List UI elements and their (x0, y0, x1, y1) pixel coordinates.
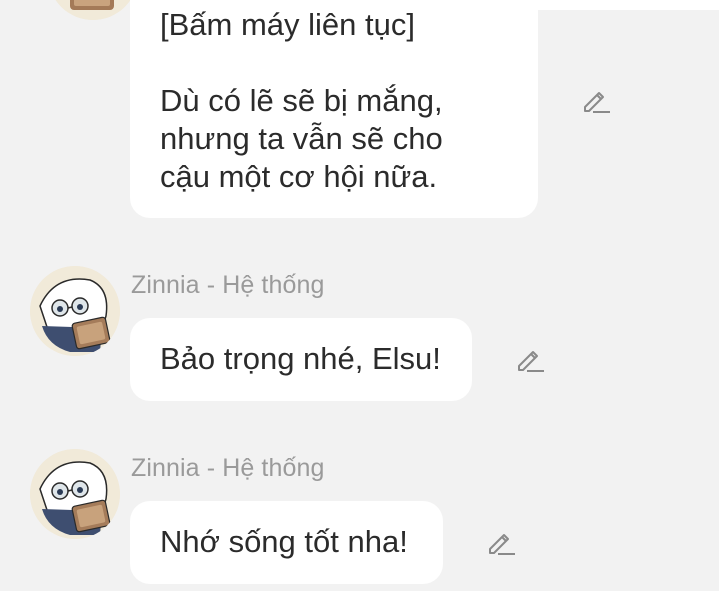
top-divider (538, 0, 719, 10)
message-bubble: [Bấm máy liên tục] Dù có lẽ sẽ bị mắng, … (130, 0, 538, 218)
message-text: [Bấm máy liên tục] Dù có lẽ sẽ bị mắng, … (160, 7, 443, 194)
sender-name: Zinnia - Hệ thống (131, 271, 325, 299)
pencil-edit-icon[interactable] (514, 344, 544, 374)
message-bubble: Nhớ sống tốt nha! (130, 501, 443, 584)
avatar[interactable] (30, 266, 120, 356)
message-bubble: Bảo trọng nhé, Elsu! (130, 318, 472, 401)
message-text: Nhớ sống tốt nha! (160, 524, 408, 559)
avatar[interactable] (48, 0, 138, 20)
message-text: Bảo trọng nhé, Elsu! (160, 341, 441, 376)
avatar[interactable] (30, 449, 120, 539)
sender-name: Zinnia - Hệ thống (131, 454, 325, 482)
pencil-edit-icon[interactable] (580, 85, 610, 115)
pencil-edit-icon[interactable] (485, 527, 515, 557)
chat-thread: [Bấm máy liên tục] Dù có lẽ sẽ bị mắng, … (0, 0, 719, 591)
